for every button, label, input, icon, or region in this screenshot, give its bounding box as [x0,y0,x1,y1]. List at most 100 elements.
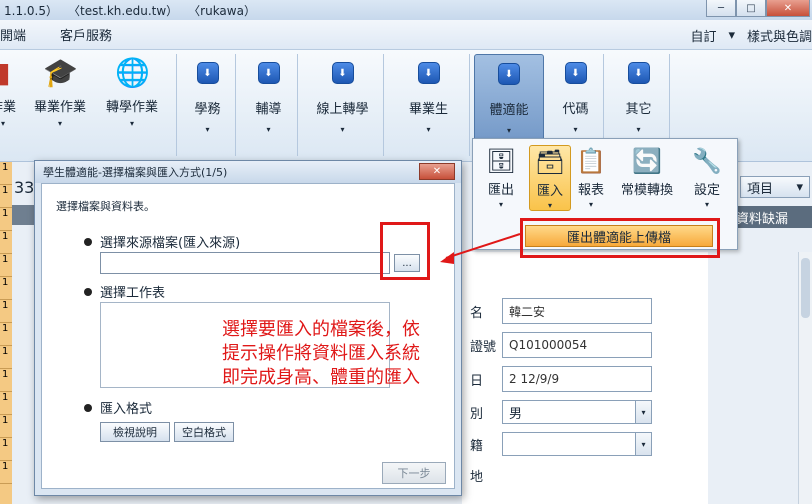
gender-value: 男 [509,406,523,422]
ribbon-graduation-button[interactable]: 🎓 畢業作業 ▾ [34,54,86,128]
ribbon-partial-button[interactable]: ▮ 作業 ▾ [0,54,20,128]
highlight-box-browse [380,222,430,280]
group-arrow-icon: ⬇ [417,62,440,84]
settings-label: 設定 [693,183,720,198]
ribbon-group-label: 畢業生 [408,102,448,117]
bullet-icon [84,403,92,412]
import-label: 匯入 [536,184,563,199]
ribbon-group-label: 體適能 [489,103,529,118]
close-window-button[interactable]: ✕ [766,0,810,17]
form-row-name: 名 韓二安 [470,298,652,324]
database-export-icon: 🗄 [485,147,517,175]
row-marker: 1 [0,323,12,346]
ribbon-transfer-label: 轉學作業 [106,100,159,115]
menu-caret[interactable]: ▾ [728,28,735,43]
row-marker: 1 [0,415,12,438]
row-marker: 1 [0,254,12,277]
ribbon-transfer-button[interactable]: 🌐 轉學作業 ▾ [106,54,158,128]
settings-button[interactable]: 🔧 設定 ▾ [691,145,723,209]
name-label: 名 [470,305,484,321]
report-button[interactable]: 📋 報表 ▾ [575,145,607,209]
export-button[interactable]: 🗄 匯出 ▾ [485,145,517,209]
next-step-button[interactable]: 下一步 [382,462,446,484]
gender-select[interactable]: 男 ▾ [502,400,652,424]
address-label: 地 [470,470,484,485]
ribbon-group-label: 學務 [194,102,221,117]
ribbon-divider [176,54,177,156]
maximize-button[interactable]: □ [736,0,766,17]
row-marker: 1 [0,277,12,300]
form-row-date: 日 2 12/9/9 [470,366,652,392]
title-bar: 1.1.0.5） 〈test.kh.edu.tw） 〈rukawa） ─ □ ✕ [0,0,812,20]
annotation-line: 選擇要匯入的檔案後，依 [222,319,420,340]
ribbon-group-graduates[interactable]: ⬇ 畢業生 ▾ [388,54,470,156]
bullet-icon [84,287,92,296]
menu-bar: 開端 客戶服務 自訂 ▾ 樣式與色調 [0,20,812,50]
row-marker: 1 [0,231,12,254]
row-marker: 1 [0,392,12,415]
ribbon-group-label: 線上轉學 [316,102,369,117]
student-form: 名 韓二安 證號 Q101000054 日 2 12/9/9 別 男 ▾ 籍 ▾… [462,252,708,504]
form-row-origin: 籍 ▾ [470,432,652,456]
ribbon-group-counseling[interactable]: ⬇ 輔導 ▾ [240,54,298,156]
group-arrow-icon: ⬇ [257,62,280,84]
items-button[interactable]: 項目 ▾ [740,176,810,198]
blank-format-button[interactable]: 空白格式 [174,422,234,442]
menu-item-customer-service[interactable]: 客戶服務 [40,25,126,44]
ribbon-graduation-label: 畢業作業 [34,100,87,115]
group-arrow-icon: ⬇ [331,62,354,84]
export-label: 匯出 [487,183,514,198]
items-label: 項目 [747,181,774,197]
chevron-down-icon: ▾ [635,401,651,423]
date-label: 日 [470,373,484,389]
import-button[interactable]: 🗃 匯入 ▾ [529,145,571,211]
chevron-down-icon: ▾ [573,125,578,134]
title-server: 〈test.kh.edu.tw） [67,3,179,18]
chevron-down-icon: ▾ [266,125,271,134]
scrollbar-thumb[interactable] [801,258,810,318]
pointer-arrow-icon [440,233,521,264]
menu-item-custom[interactable]: 自訂 [690,26,716,45]
origin-select[interactable]: ▾ [502,432,652,456]
ribbon-group-label: 輔導 [255,102,282,117]
ribbon-group-online-transfer[interactable]: ⬇ 線上轉學 ▾ [302,54,384,156]
chevron-down-icon: ▾ [205,125,210,134]
import-format-label: 匯入格式 [100,402,153,417]
chevron-down-icon: ▾ [426,125,431,134]
name-field[interactable]: 韓二安 [502,298,652,324]
ribbon-group-student-affairs[interactable]: ⬇ 學務 ▾ [180,54,236,156]
chevron-down-icon: ▾ [498,200,503,209]
dialog-close-button[interactable]: ✕ [419,163,455,180]
row-marker: 1 [0,461,12,484]
ribbon-group-label: 其它 [625,102,652,117]
database-import-icon: 🗃 [534,148,566,176]
chevron-down-icon: ▾ [588,200,593,209]
norm-convert-label: 常模轉換 [621,183,674,198]
minimize-button[interactable]: ─ [706,0,736,17]
row-marker: 1 [0,346,12,369]
row-marker: 1 [0,162,12,185]
group-arrow-icon: ⬇ [627,62,650,84]
vertical-scrollbar[interactable] [798,252,812,504]
worksheet-label: 選擇工作表 [100,286,166,301]
norm-convert-button[interactable]: 🔄 常模轉換 [621,145,673,198]
id-field[interactable]: Q101000054 [502,332,652,358]
menu-item-style-colors[interactable]: 樣式與色調 [747,26,812,45]
chevron-down-icon: ▾ [506,126,511,135]
birth-date-field[interactable]: 2 12/9/9 [502,366,652,392]
dialog-title: 學生體適能-選擇檔案與匯入方式(1/5) [35,161,461,183]
title-user: 〈rukawa） [188,3,256,18]
form-row-address: 地 [470,466,502,485]
convert-arrows-icon: 🔄 [632,147,662,175]
missing-data-tab[interactable]: 資料缺漏 [730,206,812,228]
title-version: 1.1.0.5） [4,3,58,18]
left-row-column: 1 1 1 1 1 1 1 1 1 1 1 1 1 1 [0,162,12,504]
chevron-down-icon: ▾ [636,125,641,134]
row-marker: 1 [0,185,12,208]
view-spec-button[interactable]: 檢視說明 [100,422,170,442]
partial-icon: ▮ [0,56,11,89]
menu-right: 自訂 ▾ 樣式與色調 [678,20,812,50]
menu-item-start[interactable]: 開端 [0,25,40,44]
source-file-input[interactable] [100,252,390,274]
record-count: 33 [14,178,35,197]
